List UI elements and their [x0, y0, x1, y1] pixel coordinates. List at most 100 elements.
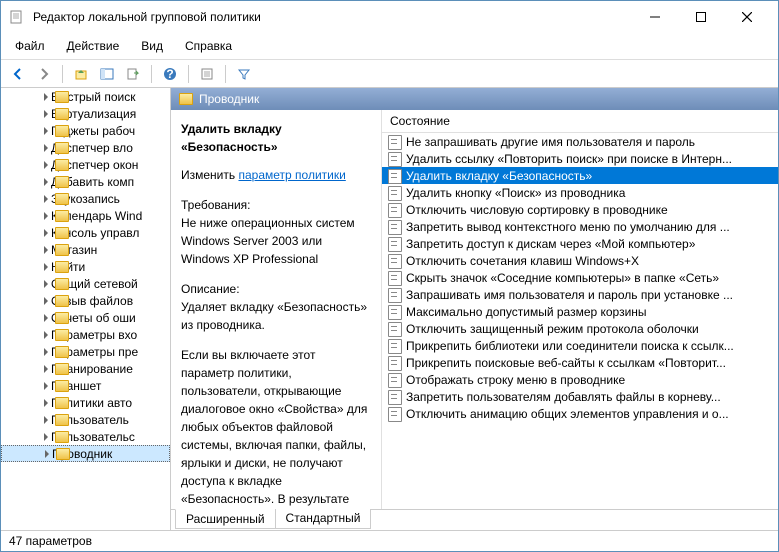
list-item[interactable]: Прикрепить поисковые веб-сайты к ссылкам…: [382, 354, 778, 371]
status-text: 47 параметров: [9, 534, 92, 548]
list-item[interactable]: Отключить анимацию общих элементов управ…: [382, 405, 778, 422]
expander-icon[interactable]: [41, 177, 51, 187]
expander-icon[interactable]: [41, 313, 51, 323]
expander-icon[interactable]: [41, 126, 51, 136]
description-label: Описание:: [181, 280, 371, 298]
list-item-label: Отключить защищенный режим протокола обо…: [406, 322, 699, 336]
tree-sidebar[interactable]: Быстрый поискВиртуализацияГаджеты рабочД…: [1, 88, 171, 530]
requirements-text: Не ниже операционных систем Windows Serv…: [181, 214, 371, 268]
folder-icon: [55, 278, 69, 290]
tree-item[interactable]: Планирование: [1, 360, 170, 377]
edit-policy-link[interactable]: параметр политики: [238, 168, 345, 182]
tree-item[interactable]: Проводник: [1, 445, 170, 462]
list-item-label: Прикрепить поисковые веб-сайты к ссылкам…: [406, 356, 726, 370]
window-title: Редактор локальной групповой политики: [33, 10, 632, 24]
tab-standard[interactable]: Стандартный: [275, 509, 372, 529]
tree-item[interactable]: Диспетчер вло: [1, 139, 170, 156]
tree-item[interactable]: Гаджеты рабоч: [1, 122, 170, 139]
list-item-label: Отключить числовую сортировку в проводни…: [406, 203, 668, 217]
tree-item[interactable]: Параметры вхо: [1, 326, 170, 343]
maximize-button[interactable]: [678, 2, 724, 32]
menu-file[interactable]: Файл: [5, 35, 55, 57]
list-item[interactable]: Удалить кнопку «Поиск» из проводника: [382, 184, 778, 201]
tree-item[interactable]: Магазин: [1, 241, 170, 258]
tab-extended[interactable]: Расширенный: [175, 509, 276, 529]
show-hide-tree-button[interactable]: [96, 63, 118, 85]
list-item[interactable]: Не запрашивать другие имя пользователя и…: [382, 133, 778, 150]
expander-icon[interactable]: [41, 109, 51, 119]
tree-item[interactable]: Общий сетевой: [1, 275, 170, 292]
tree-item[interactable]: Политики авто: [1, 394, 170, 411]
expander-icon[interactable]: [41, 398, 51, 408]
expander-icon[interactable]: [41, 262, 51, 272]
menu-action[interactable]: Действие: [57, 35, 130, 57]
tree-item[interactable]: Отчеты об оши: [1, 309, 170, 326]
edit-label: Изменить: [181, 168, 235, 182]
list-item[interactable]: Запретить вывод контекстного меню по умо…: [382, 218, 778, 235]
help-button[interactable]: ?: [159, 63, 181, 85]
expander-icon[interactable]: [41, 296, 51, 306]
list-column-header[interactable]: Состояние: [382, 110, 778, 133]
export-button[interactable]: [122, 63, 144, 85]
tree-item[interactable]: Консоль управл: [1, 224, 170, 241]
list-item[interactable]: Запретить пользователям добавлять файлы …: [382, 388, 778, 405]
expander-icon[interactable]: [42, 449, 52, 459]
tree-item[interactable]: Планшет: [1, 377, 170, 394]
tree-item[interactable]: Пользовательс: [1, 428, 170, 445]
close-button[interactable]: [724, 2, 770, 32]
filter-button[interactable]: [233, 63, 255, 85]
expander-icon[interactable]: [41, 330, 51, 340]
expander-icon[interactable]: [41, 194, 51, 204]
policy-list[interactable]: Не запрашивать другие имя пользователя и…: [382, 133, 778, 509]
list-item[interactable]: Прикрепить библиотеки или соединители по…: [382, 337, 778, 354]
list-item[interactable]: Отключить сочетания клавиш Windows+X: [382, 252, 778, 269]
expander-icon[interactable]: [41, 160, 51, 170]
tree-item[interactable]: Диспетчер окон: [1, 156, 170, 173]
menubar: Файл Действие Вид Справка: [1, 33, 778, 60]
list-item[interactable]: Запрашивать имя пользователя и пароль пр…: [382, 286, 778, 303]
tree-item[interactable]: Виртуализация: [1, 105, 170, 122]
list-item-label: Удалить кнопку «Поиск» из проводника: [406, 186, 625, 200]
list-item-label: Скрыть значок «Соседние компьютеры» в па…: [406, 271, 719, 285]
list-item-label: Запретить пользователям добавлять файлы …: [406, 390, 721, 404]
menu-help[interactable]: Справка: [175, 35, 242, 57]
expander-icon[interactable]: [41, 211, 51, 221]
tree-item[interactable]: Добавить комп: [1, 173, 170, 190]
description-text: Удаляет вкладку «Безопасность» из провод…: [181, 298, 371, 334]
expander-icon[interactable]: [41, 92, 51, 102]
folder-icon: [55, 363, 69, 375]
expander-icon[interactable]: [41, 279, 51, 289]
tree-item[interactable]: Параметры пре: [1, 343, 170, 360]
back-button[interactable]: [7, 63, 29, 85]
list-item[interactable]: Запретить доступ к дискам через «Мой ком…: [382, 235, 778, 252]
list-item[interactable]: Удалить ссылку «Повторить поиск» при пои…: [382, 150, 778, 167]
list-item[interactable]: Отображать строку меню в проводнике: [382, 371, 778, 388]
policy-icon: [388, 305, 402, 319]
expander-icon[interactable]: [41, 364, 51, 374]
list-item[interactable]: Максимально допустимый размер корзины: [382, 303, 778, 320]
expander-icon[interactable]: [41, 143, 51, 153]
menu-view[interactable]: Вид: [131, 35, 173, 57]
list-item[interactable]: Отключить защищенный режим протокола обо…: [382, 320, 778, 337]
tree-item[interactable]: Найти: [1, 258, 170, 275]
list-item[interactable]: Скрыть значок «Соседние компьютеры» в па…: [382, 269, 778, 286]
expander-icon[interactable]: [41, 381, 51, 391]
folder-icon: [55, 397, 69, 409]
forward-button[interactable]: [33, 63, 55, 85]
properties-button[interactable]: [196, 63, 218, 85]
expander-icon[interactable]: [41, 432, 51, 442]
folder-icon: [179, 93, 193, 105]
list-item[interactable]: Удалить вкладку «Безопасность»: [382, 167, 778, 184]
up-button[interactable]: [70, 63, 92, 85]
expander-icon[interactable]: [41, 347, 51, 357]
expander-icon[interactable]: [41, 415, 51, 425]
tree-item[interactable]: Календарь Wind: [1, 207, 170, 224]
tree-item[interactable]: Отзыв файлов: [1, 292, 170, 309]
minimize-button[interactable]: [632, 2, 678, 32]
expander-icon[interactable]: [41, 228, 51, 238]
tree-item[interactable]: Звукозапись: [1, 190, 170, 207]
tree-item[interactable]: Быстрый поиск: [1, 88, 170, 105]
expander-icon[interactable]: [41, 245, 51, 255]
tree-item[interactable]: Пользователь: [1, 411, 170, 428]
list-item[interactable]: Отключить числовую сортировку в проводни…: [382, 201, 778, 218]
